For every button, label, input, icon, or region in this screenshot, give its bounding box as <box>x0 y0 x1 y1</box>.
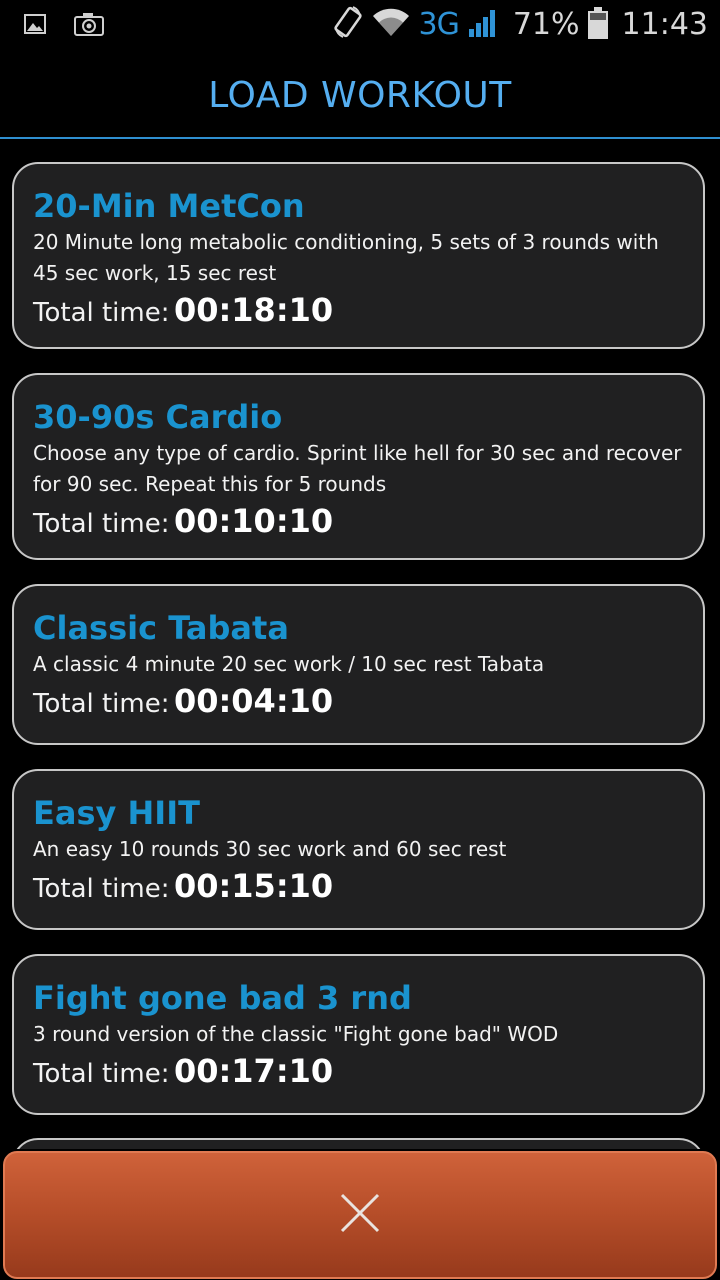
gallery-icon <box>24 14 46 39</box>
workout-description: 20 Minute long metabolic conditioning, 5… <box>33 230 659 285</box>
workout-card[interactable]: 30-90s Cardio Choose any type of cardio.… <box>12 373 705 560</box>
workout-total: Total time: 00:04:10 <box>33 680 683 729</box>
workout-title: 20-Min MetCon <box>33 187 305 225</box>
total-time-label: Total time: <box>33 298 170 328</box>
workout-description: 3 round version of the classic "Fight go… <box>33 1022 559 1046</box>
battery-icon <box>587 6 608 44</box>
close-icon <box>339 1192 381 1239</box>
total-time-value: 00:18:10 <box>173 291 334 329</box>
total-time-label: Total time: <box>33 509 170 539</box>
network-type: 3G <box>418 7 460 42</box>
total-time-value: 00:17:10 <box>173 1052 334 1090</box>
workout-total: Total time: 00:15:10 <box>33 865 683 914</box>
workout-description: An easy 10 rounds 30 sec work and 60 sec… <box>33 837 507 861</box>
clock: 11:43 <box>621 7 708 42</box>
workout-card[interactable]: Easy HIIT An easy 10 rounds 30 sec work … <box>12 769 705 930</box>
total-time-value: 00:10:10 <box>173 502 334 540</box>
workout-card-partial[interactable] <box>12 1138 705 1149</box>
total-time-label: Total time: <box>33 1059 170 1089</box>
workout-description: A classic 4 minute 20 sec work / 10 sec … <box>33 652 545 676</box>
workout-total: Total time: 00:10:10 <box>33 500 683 549</box>
workout-card[interactable]: Fight gone bad 3 rnd 3 round version of … <box>12 954 705 1115</box>
page-title: LOAD WORKOUT <box>208 75 512 116</box>
workout-description: Choose any type of cardio. Sprint like h… <box>33 441 682 496</box>
workout-total: Total time: 00:18:10 <box>33 289 683 338</box>
workout-title: Fight gone bad 3 rnd <box>33 979 412 1017</box>
close-button[interactable] <box>3 1151 717 1279</box>
wifi-icon <box>371 8 411 43</box>
workout-card[interactable]: 20-Min MetCon 20 Minute long metabolic c… <box>12 162 705 349</box>
workout-list[interactable]: 20-Min MetCon 20 Minute long metabolic c… <box>0 139 720 1149</box>
total-time-value: 00:04:10 <box>173 682 334 720</box>
workout-total: Total time: 00:17:10 <box>33 1050 683 1099</box>
status-bar: 3G 71% 11:43 <box>0 0 720 50</box>
workout-title: Classic Tabata <box>33 609 289 647</box>
camera-icon <box>74 12 104 41</box>
total-time-label: Total time: <box>33 689 170 719</box>
workout-card[interactable]: Classic Tabata A classic 4 minute 20 sec… <box>12 584 705 745</box>
screen-rotation-icon <box>333 5 363 45</box>
signal-icon <box>467 7 499 44</box>
battery-percent: 71% <box>512 7 580 42</box>
header: LOAD WORKOUT <box>0 50 720 138</box>
total-time-value: 00:15:10 <box>173 867 334 905</box>
workout-title: 30-90s Cardio <box>33 398 283 436</box>
workout-title: Easy HIIT <box>33 794 200 832</box>
total-time-label: Total time: <box>33 874 170 904</box>
